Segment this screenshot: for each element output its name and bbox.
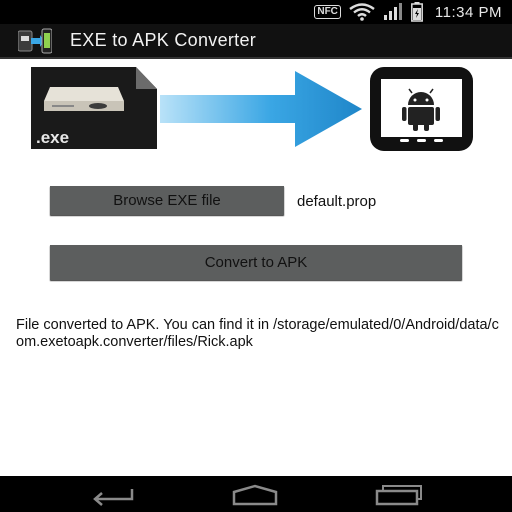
exe-file-icon: .exe — [31, 67, 157, 149]
signal-icon — [383, 3, 402, 20]
browse-exe-button[interactable]: Browse EXE file — [50, 186, 284, 215]
android-phone-icon — [370, 67, 473, 151]
selected-file-name: default.prop — [297, 193, 377, 210]
main-content: .exe Browse EXE file default.prop Conver… — [0, 59, 512, 476]
status-bar: NFC 11:34 PM — [0, 0, 512, 24]
exe-label: .exe — [36, 128, 69, 147]
nfc-icon: NFC — [314, 5, 341, 19]
back-icon[interactable] — [88, 482, 138, 506]
recents-icon[interactable] — [373, 482, 423, 506]
navigation-bar — [0, 476, 512, 512]
app-icon — [18, 28, 52, 53]
battery-icon — [410, 2, 423, 22]
wifi-icon — [349, 3, 375, 21]
arrow-right-icon — [160, 71, 362, 147]
action-bar: EXE to APK Converter — [0, 24, 512, 59]
conversion-result-message: File converted to APK. You can find it i… — [16, 317, 499, 350]
status-icons: NFC 11:34 PM — [314, 2, 502, 22]
status-clock: 11:34 PM — [434, 3, 502, 21]
convert-to-apk-button[interactable]: Convert to APK — [50, 245, 462, 280]
conversion-banner: .exe — [31, 67, 473, 151]
app-title: EXE to APK Converter — [70, 30, 257, 50]
home-icon[interactable] — [230, 482, 280, 506]
